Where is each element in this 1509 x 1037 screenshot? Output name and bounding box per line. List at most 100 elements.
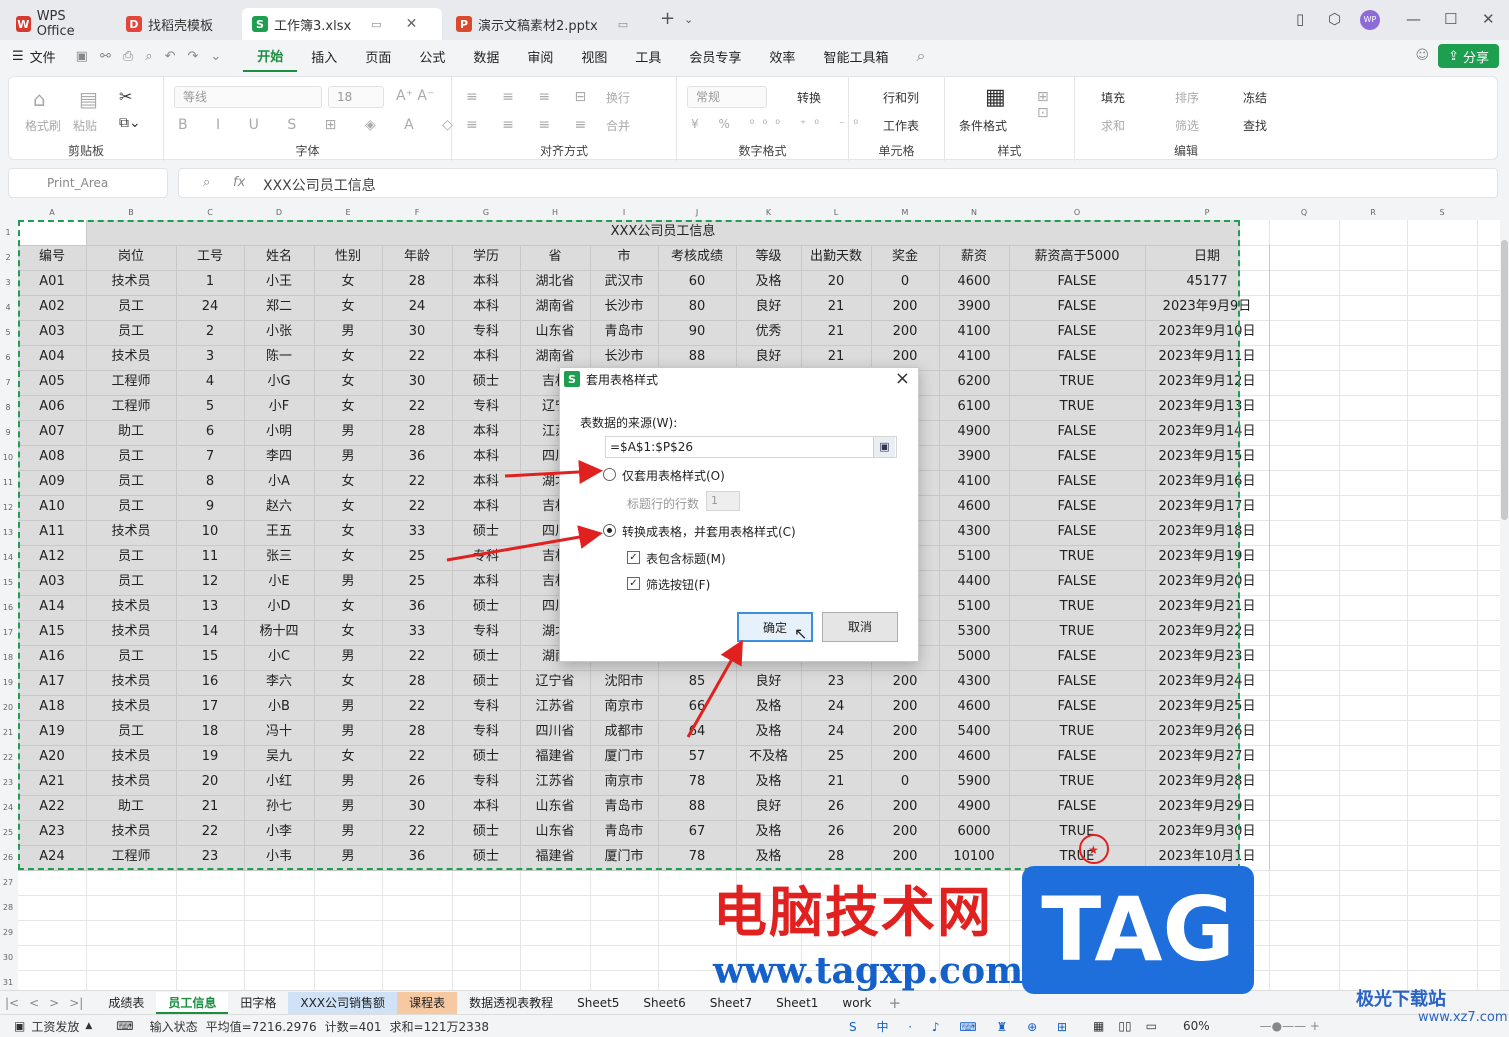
table-cell[interactable]: 及格 — [736, 270, 801, 295]
table-cell[interactable]: FALSE — [1009, 470, 1145, 495]
table-cell[interactable]: 64 — [658, 720, 736, 745]
table-cell[interactable]: 2023年9月15日 — [1145, 445, 1269, 470]
menu-item[interactable]: 效率 — [755, 40, 809, 72]
range-picker-button[interactable]: ▣ — [873, 437, 895, 457]
table-cell[interactable]: 山东省 — [520, 795, 590, 820]
table-cell[interactable]: 湖南省 — [520, 295, 590, 320]
sheet-tab[interactable]: 课程表 — [397, 991, 458, 1014]
table-cell[interactable]: TRUE — [1009, 395, 1145, 420]
table-cell[interactable]: 200 — [871, 320, 939, 345]
table-cell[interactable]: 及格 — [736, 695, 801, 720]
table-cell[interactable]: 2023年9月17日 — [1145, 495, 1269, 520]
font-size-select[interactable]: 18 — [328, 86, 384, 108]
table-cell[interactable]: 小E — [244, 570, 314, 595]
table-cell[interactable]: 李四 — [244, 445, 314, 470]
table-cell[interactable]: 男 — [314, 645, 382, 670]
table-cell[interactable]: 小张 — [244, 320, 314, 345]
table-cell[interactable]: 36 — [382, 845, 452, 870]
table-cell[interactable]: 男 — [314, 820, 382, 845]
table-cell[interactable]: 21 — [801, 770, 871, 795]
table-cell[interactable]: 女 — [314, 620, 382, 645]
table-cell[interactable]: 24 — [382, 295, 452, 320]
table-cell[interactable]: 王五 — [244, 520, 314, 545]
table-header-cell[interactable]: 薪资 — [939, 245, 1009, 270]
table-cell[interactable]: 专科 — [452, 545, 520, 570]
table-cell[interactable]: 60 — [658, 270, 736, 295]
table-cell[interactable]: 22 — [382, 395, 452, 420]
table-cell[interactable]: 2023年9月23日 — [1145, 645, 1269, 670]
table-cell[interactable]: 技术员 — [86, 595, 176, 620]
font-style-icons[interactable]: B I U S ⊞ ◈ A ◇ — [178, 117, 465, 133]
table-cell[interactable]: 28 — [382, 270, 452, 295]
row-header-cell[interactable]: 20 — [0, 703, 16, 712]
table-cell[interactable]: 78 — [658, 845, 736, 870]
table-cell[interactable]: FALSE — [1009, 320, 1145, 345]
vertical-scrollbar[interactable] — [1500, 220, 1509, 990]
mode-label[interactable]: 工资发放 — [31, 1018, 79, 1035]
table-cell[interactable]: 技术员 — [86, 270, 176, 295]
table-cell[interactable]: A15 — [18, 620, 86, 645]
table-cell[interactable]: FALSE — [1009, 645, 1145, 670]
table-cell[interactable]: 85 — [658, 670, 736, 695]
table-cell[interactable]: 本科 — [452, 295, 520, 320]
table-cell[interactable]: 200 — [871, 820, 939, 845]
table-cell[interactable]: 2023年9月21日 — [1145, 595, 1269, 620]
table-cell[interactable]: 24 — [176, 295, 244, 320]
table-cell[interactable]: 小李 — [244, 820, 314, 845]
row-header-cell[interactable]: 21 — [0, 728, 16, 737]
table-cell[interactable]: 男 — [314, 695, 382, 720]
table-cell[interactable]: 小F — [244, 395, 314, 420]
table-cell[interactable]: 福建省 — [520, 845, 590, 870]
table-cell[interactable]: 25 — [382, 570, 452, 595]
table-cell[interactable]: FALSE — [1009, 695, 1145, 720]
rowcol-button[interactable]: 行和列 — [883, 89, 919, 106]
table-cell[interactable]: 女 — [314, 495, 382, 520]
table-cell[interactable]: 6000 — [939, 820, 1009, 845]
row-header-cell[interactable]: 9 — [0, 428, 16, 437]
table-cell[interactable]: 200 — [871, 295, 939, 320]
table-cell[interactable]: 技术员 — [86, 670, 176, 695]
table-cell[interactable]: 200 — [871, 695, 939, 720]
table-cell[interactable]: 男 — [314, 320, 382, 345]
title-tab[interactable]: S 工作簿3.xlsx ▭ ✕ — [242, 8, 442, 40]
table-cell[interactable]: 成都市 — [590, 720, 658, 745]
table-cell[interactable]: A19 — [18, 720, 86, 745]
menu-item[interactable]: 会员专享 — [675, 40, 755, 72]
table-cell[interactable]: FALSE — [1009, 295, 1145, 320]
table-cell[interactable]: 3 — [176, 345, 244, 370]
table-cell[interactable]: 5900 — [939, 770, 1009, 795]
row-header-cell[interactable]: 7 — [0, 378, 16, 387]
row-header-cell[interactable]: 13 — [0, 528, 16, 537]
table-cell[interactable]: 26 — [801, 820, 871, 845]
table-cell[interactable]: 硕士 — [452, 670, 520, 695]
table-cell[interactable]: 女 — [314, 295, 382, 320]
column-header-cell[interactable]: J — [658, 208, 736, 217]
table-cell[interactable]: 武汉市 — [590, 270, 658, 295]
table-cell[interactable]: 陈一 — [244, 345, 314, 370]
menu-item[interactable]: 工具 — [621, 40, 675, 72]
table-cell[interactable]: 专科 — [452, 395, 520, 420]
table-cell[interactable]: A21 — [18, 770, 86, 795]
table-cell[interactable]: 员工 — [86, 295, 176, 320]
column-header-cell[interactable]: G — [452, 208, 520, 217]
table-cell[interactable]: 技术员 — [86, 520, 176, 545]
table-cell[interactable]: 2023年9月19日 — [1145, 545, 1269, 570]
table-cell[interactable]: 19 — [176, 745, 244, 770]
link-icon[interactable]: ⚯ — [94, 49, 117, 64]
table-cell[interactable]: 4900 — [939, 795, 1009, 820]
sheet-tab[interactable]: 田字格 — [228, 992, 288, 1014]
format-painter-button[interactable]: 格式刷 — [25, 117, 61, 134]
convert-table-radio[interactable] — [603, 524, 616, 537]
table-cell[interactable]: 57 — [658, 745, 736, 770]
table-cell[interactable]: 女 — [314, 595, 382, 620]
add-tab-button[interactable]: + — [660, 8, 675, 29]
table-cell[interactable]: 本科 — [452, 420, 520, 445]
table-cell[interactable]: A11 — [18, 520, 86, 545]
table-cell[interactable]: 小A — [244, 470, 314, 495]
table-cell[interactable]: 员工 — [86, 545, 176, 570]
copy-icon[interactable]: ⧉⌄ — [119, 115, 141, 131]
row-header-cell[interactable]: 22 — [0, 753, 16, 762]
table-cell[interactable]: 22 — [382, 820, 452, 845]
table-cell[interactable]: A20 — [18, 745, 86, 770]
table-cell[interactable]: 16 — [176, 670, 244, 695]
